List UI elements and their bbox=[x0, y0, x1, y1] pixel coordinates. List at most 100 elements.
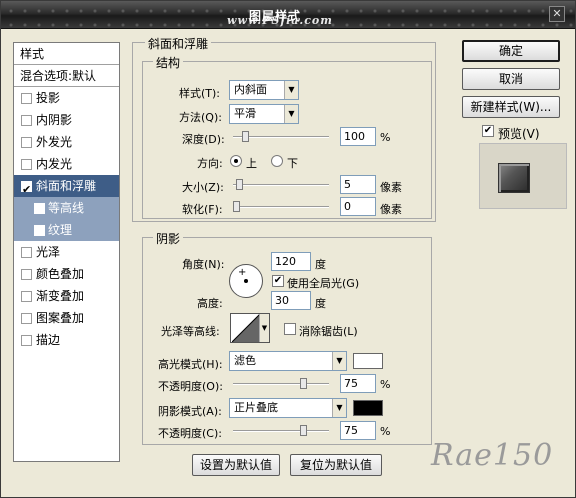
style-item[interactable]: 外发光 bbox=[14, 131, 119, 153]
style-item-checkbox[interactable] bbox=[21, 313, 32, 324]
style-item[interactable]: 颜色叠加 bbox=[14, 263, 119, 285]
direction-down-label[interactable]: 下 bbox=[287, 155, 298, 171]
style-item-checkbox[interactable] bbox=[21, 137, 32, 148]
style-item-label: 渐变叠加 bbox=[36, 289, 85, 303]
highlight-mode-value: 滤色 bbox=[234, 354, 256, 367]
style-item[interactable]: 图案叠加 bbox=[14, 307, 119, 329]
style-item[interactable]: ✔ 斜面和浮雕 bbox=[14, 175, 119, 197]
style-item-label: 描边 bbox=[36, 333, 61, 347]
soften-label: 软化(F): bbox=[182, 203, 223, 216]
style-item[interactable]: 描边 bbox=[14, 329, 119, 351]
global-light-checkbox[interactable]: ✔ bbox=[272, 275, 284, 287]
direction-label: 方向: bbox=[197, 157, 223, 170]
style-select[interactable]: 内斜面 ▼ bbox=[229, 80, 299, 100]
style-item[interactable]: 投影 bbox=[14, 87, 119, 109]
style-item-label: 斜面和浮雕 bbox=[36, 179, 97, 193]
dialog-title: 图层样式 bbox=[249, 9, 302, 23]
shadow-color-swatch[interactable] bbox=[353, 400, 383, 416]
chevron-down-icon: ▼ bbox=[259, 314, 269, 342]
style-item[interactable]: 内阴影 bbox=[14, 109, 119, 131]
global-light-label[interactable]: 使用全局光(G) bbox=[287, 275, 359, 291]
direction-up-label[interactable]: 上 bbox=[246, 155, 257, 171]
depth-label: 深度(D): bbox=[182, 133, 225, 146]
angle-input[interactable]: 120 bbox=[271, 252, 311, 271]
new-style-button[interactable]: 新建样式(W)... bbox=[462, 96, 560, 118]
reset-default-button[interactable]: 复位为默认值 bbox=[290, 454, 382, 476]
style-item-checkbox[interactable] bbox=[34, 203, 45, 214]
styles-header[interactable]: 样式 bbox=[14, 43, 119, 65]
soften-slider[interactable] bbox=[233, 201, 329, 212]
style-item-checkbox[interactable] bbox=[21, 115, 32, 126]
styles-list: 样式 混合选项:默认 投影内阴影外发光内发光 ✔ 斜面和浮雕等高线纹理光泽颜色叠加渐… bbox=[13, 42, 120, 462]
shadow-opacity-thumb[interactable] bbox=[300, 425, 307, 436]
chevron-down-icon: ▼ bbox=[284, 81, 298, 99]
anti-alias-checkbox[interactable] bbox=[284, 323, 296, 335]
close-icon: ✕ bbox=[552, 7, 562, 20]
size-input[interactable]: 5 bbox=[340, 175, 376, 194]
highlight-opacity-thumb[interactable] bbox=[300, 378, 307, 389]
highlight-color-swatch[interactable] bbox=[353, 353, 383, 369]
shadow-opacity-slider[interactable] bbox=[233, 425, 329, 436]
style-item-checkbox[interactable] bbox=[21, 247, 32, 258]
direction-up-radio[interactable] bbox=[230, 155, 242, 167]
size-slider-thumb[interactable] bbox=[236, 179, 243, 190]
highlight-mode-label: 高光模式(H): bbox=[158, 358, 223, 371]
style-item-checkbox[interactable] bbox=[21, 93, 32, 104]
shadow-opacity-label: 不透明度(C): bbox=[158, 427, 222, 440]
ok-button[interactable]: 确定 bbox=[462, 40, 560, 62]
style-item-label: 投影 bbox=[36, 91, 61, 105]
chevron-down-icon: ▼ bbox=[332, 399, 346, 417]
title-bar[interactable]: www.PSfia.com 图层样式 ✕ bbox=[1, 1, 575, 29]
style-item-label: 颜色叠加 bbox=[36, 267, 85, 281]
style-item-checkbox[interactable]: ✔ bbox=[21, 181, 32, 196]
angle-dial-point bbox=[244, 279, 248, 283]
size-unit: 像素 bbox=[380, 181, 402, 194]
bevel-title: 斜面和浮雕 bbox=[145, 35, 212, 52]
style-item[interactable]: 纹理 bbox=[14, 219, 119, 241]
highlight-opacity-label: 不透明度(O): bbox=[158, 380, 223, 393]
altitude-label: 高度: bbox=[197, 297, 223, 310]
author-signature: Rae150 bbox=[431, 438, 554, 473]
depth-slider-thumb[interactable] bbox=[242, 131, 249, 142]
style-item-label: 等高线 bbox=[48, 201, 85, 215]
shadow-opacity-unit: % bbox=[380, 425, 391, 438]
shadow-mode-select[interactable]: 正片叠底 ▼ bbox=[229, 398, 347, 418]
gloss-contour-label: 光泽等高线: bbox=[161, 325, 220, 338]
style-item-checkbox[interactable] bbox=[21, 159, 32, 170]
depth-slider[interactable] bbox=[233, 131, 329, 142]
style-item[interactable]: 等高线 bbox=[14, 197, 119, 219]
highlight-mode-select[interactable]: 滤色 ▼ bbox=[229, 351, 347, 371]
preview-checkbox[interactable]: ✔ bbox=[482, 125, 494, 137]
style-item[interactable]: 光泽 bbox=[14, 241, 119, 263]
make-default-button[interactable]: 设置为默认值 bbox=[192, 454, 280, 476]
style-item[interactable]: 渐变叠加 bbox=[14, 285, 119, 307]
style-item-label: 内发光 bbox=[36, 157, 73, 171]
altitude-input[interactable]: 30 bbox=[271, 291, 311, 310]
chevron-down-icon: ▼ bbox=[284, 105, 298, 123]
preview-label[interactable]: 预览(V) bbox=[498, 125, 540, 142]
blend-options-item[interactable]: 混合选项:默认 bbox=[14, 65, 119, 87]
soften-input[interactable]: 0 bbox=[340, 197, 376, 216]
style-item-checkbox[interactable] bbox=[21, 269, 32, 280]
cancel-button[interactable]: 取消 bbox=[462, 68, 560, 90]
highlight-opacity-slider[interactable] bbox=[233, 378, 329, 389]
style-item-checkbox[interactable] bbox=[34, 225, 45, 236]
style-item-checkbox[interactable] bbox=[21, 335, 32, 346]
close-button[interactable]: ✕ bbox=[549, 6, 565, 22]
soften-slider-thumb[interactable] bbox=[233, 201, 240, 212]
anti-alias-label[interactable]: 消除锯齿(L) bbox=[299, 323, 358, 339]
direction-down-radio[interactable] bbox=[271, 155, 283, 167]
highlight-opacity-input[interactable]: 75 bbox=[340, 374, 376, 393]
method-select[interactable]: 平滑 ▼ bbox=[229, 104, 299, 124]
style-item[interactable]: 内发光 bbox=[14, 153, 119, 175]
depth-input[interactable]: 100 bbox=[340, 127, 376, 146]
angle-dial[interactable]: + bbox=[229, 264, 263, 298]
angle-dial-crosshair-icon: + bbox=[238, 267, 247, 278]
shadow-opacity-input[interactable]: 75 bbox=[340, 421, 376, 440]
style-item-checkbox[interactable] bbox=[21, 291, 32, 302]
size-slider[interactable] bbox=[233, 179, 329, 190]
shadow-mode-value: 正片叠底 bbox=[234, 401, 278, 414]
style-item-label: 光泽 bbox=[36, 245, 61, 259]
gloss-contour-picker[interactable]: ▼ bbox=[230, 313, 270, 343]
style-item-label: 内阴影 bbox=[36, 113, 73, 127]
